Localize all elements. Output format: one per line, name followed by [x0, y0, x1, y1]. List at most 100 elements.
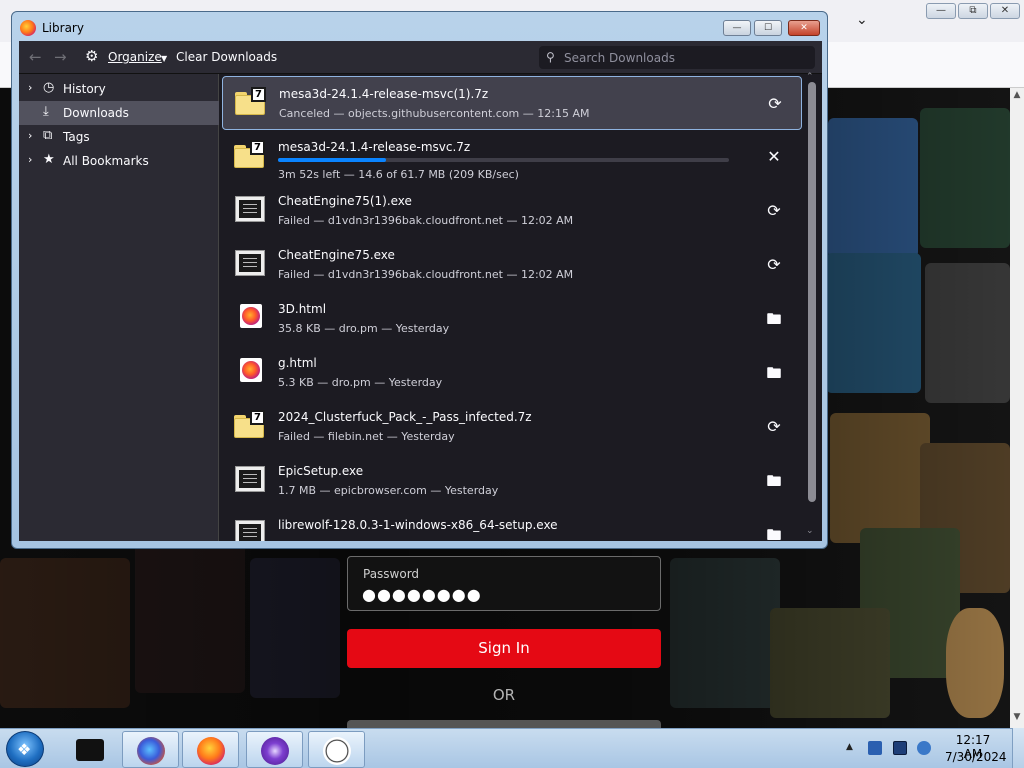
tor-browser-icon — [261, 737, 289, 765]
tab-list-chevron-icon[interactable]: ⌄ — [856, 12, 868, 28]
folder-icon[interactable]: 🖿 — [762, 469, 786, 493]
download-item[interactable]: 7 mesa3d-24.1.4-release-msvc.7z 3m 52s l… — [222, 130, 802, 184]
downloads-list: 7 mesa3d-24.1.4-release-msvc(1).7z Cance… — [219, 74, 802, 541]
tag-icon: ⧉ — [43, 128, 53, 143]
retry-icon[interactable]: ⟳ — [762, 199, 786, 223]
sidebar-item-history[interactable]: › ◷ History — [19, 77, 219, 101]
download-item[interactable]: g.html 5.3 KB — dro.pm — Yesterday 🖿 — [222, 346, 802, 400]
sign-in-button[interactable]: Sign In — [347, 629, 661, 668]
password-value: ●●●●●●●● — [362, 585, 482, 604]
download-item[interactable]: EpicSetup.exe 1.7 MB — epicbrowser.com —… — [222, 454, 802, 508]
library-body: ← → ⚙ Organize ▼ Clear Downloads ⚲ Searc… — [19, 41, 822, 541]
download-status: 1.7 MB — epicbrowser.com — Yesterday — [278, 484, 499, 497]
start-button[interactable]: ❖ — [6, 731, 44, 767]
library-maximize-button[interactable]: ☐ — [754, 20, 782, 36]
download-item[interactable]: CheatEngine75.exe Failed — d1vdn3r1396ba… — [222, 238, 802, 292]
sign-in-code-button[interactable] — [347, 720, 661, 728]
sidebar-item-downloads[interactable]: ⤓ Downloads — [19, 101, 219, 125]
html-file-icon — [240, 304, 262, 328]
network-icon[interactable] — [893, 741, 907, 755]
sidebar-item-label: Tags — [63, 130, 90, 144]
expand-chevron-icon[interactable]: › — [28, 81, 32, 94]
download-filename: mesa3d-24.1.4-release-msvc(1).7z — [279, 87, 489, 101]
download-status: Failed — d1vdn3r1396bak.cloudfront.net —… — [278, 214, 574, 227]
folder-icon[interactable]: 🖿 — [762, 523, 786, 541]
download-status: Canceled — objects.githubusercontent.com… — [279, 107, 590, 120]
archive-file-icon: 7 — [235, 87, 267, 117]
forward-arrow-icon[interactable]: → — [54, 48, 67, 66]
download-item[interactable]: CheatEngine75(1).exe Failed — d1vdn3r139… — [222, 184, 802, 238]
sidebar-item-all-bookmarks[interactable]: › ★ All Bookmarks — [19, 149, 219, 173]
library-title: Library — [42, 21, 84, 35]
downloads-scrollbar[interactable]: ⌃ ⌄ — [802, 72, 822, 541]
scroll-down-icon[interactable]: ▼ — [1010, 712, 1024, 726]
search-placeholder: Search Downloads — [564, 51, 675, 65]
expand-chevron-icon[interactable]: › — [28, 129, 32, 142]
volume-icon[interactable] — [917, 741, 931, 755]
scroll-down-icon[interactable]: ⌄ — [806, 526, 814, 536]
taskbar-app-browser[interactable] — [122, 731, 179, 768]
download-item[interactable]: librewolf-128.0.3-1-windows-x86_64-setup… — [222, 508, 802, 541]
folder-icon[interactable]: 🖿 — [762, 307, 786, 331]
organize-menu[interactable]: Organize — [108, 50, 162, 64]
download-item[interactable]: 3D.html 35.8 KB — dro.pm — Yesterday 🖿 — [222, 292, 802, 346]
tray-app-icon[interactable] — [868, 741, 882, 755]
windows-logo-icon: ❖ — [17, 740, 32, 759]
sidebar-item-label: Downloads — [63, 106, 129, 120]
gear-icon[interactable]: ⚙ — [85, 47, 98, 65]
download-filename: EpicSetup.exe — [278, 464, 364, 478]
retry-icon[interactable]: ⟳ — [763, 92, 787, 116]
scroll-up-icon[interactable]: ▲ — [1010, 90, 1024, 104]
download-filename: mesa3d-24.1.4-release-msvc.7z — [278, 140, 471, 154]
show-hidden-icons-icon[interactable]: ▲ — [846, 742, 853, 752]
archive-file-icon: 7 — [234, 410, 266, 440]
exe-file-icon — [235, 520, 265, 541]
chevron-down-icon: ▼ — [161, 54, 168, 63]
search-downloads-input[interactable]: ⚲ Search Downloads — [539, 46, 815, 69]
close-button[interactable]: ✕ — [990, 3, 1020, 19]
library-minimize-button[interactable]: — — [723, 20, 751, 36]
sidebar-item-tags[interactable]: › ⧉ Tags — [19, 125, 219, 149]
download-progress-bar — [278, 158, 729, 162]
panda-icon — [323, 737, 351, 765]
clock-icon: ◷ — [43, 80, 55, 95]
library-close-button[interactable]: ✕ — [788, 20, 820, 36]
sidebar-item-label: History — [63, 82, 106, 96]
folder-icon[interactable]: 🖿 — [762, 361, 786, 385]
retry-icon[interactable]: ⟳ — [762, 415, 786, 439]
restore-button[interactable]: ⧉ — [958, 3, 988, 19]
clear-downloads-button[interactable]: Clear Downloads — [176, 50, 277, 64]
firefox-icon — [197, 737, 225, 765]
download-filename: g.html — [278, 356, 317, 370]
taskbar-app-tor[interactable] — [246, 731, 303, 768]
exe-file-icon — [235, 250, 265, 276]
password-label: Password — [363, 567, 420, 581]
download-item[interactable]: 7 mesa3d-24.1.4-release-msvc(1).7z Cance… — [222, 76, 802, 130]
download-progress-fill — [278, 158, 387, 162]
password-field[interactable]: Password ●●●●●●●● — [347, 556, 661, 611]
taskbar-app-terminal[interactable] — [62, 731, 119, 768]
cancel-icon[interactable]: ✕ — [762, 145, 786, 169]
scrollbar-thumb[interactable] — [808, 82, 816, 502]
back-arrow-icon[interactable]: ← — [29, 48, 42, 66]
expand-chevron-icon[interactable]: › — [28, 153, 32, 166]
page-scrollbar[interactable] — [1010, 88, 1024, 728]
scroll-up-icon[interactable]: ⌃ — [806, 72, 814, 82]
minimize-button[interactable]: — — [926, 3, 956, 19]
download-item[interactable]: 7 2024_Clusterfuck_Pack_-_Pass_infected.… — [222, 400, 802, 454]
terminal-icon — [76, 739, 104, 761]
taskbar-app-panda[interactable] — [308, 731, 365, 768]
taskbar-app-firefox[interactable] — [182, 731, 239, 768]
or-divider: OR — [492, 686, 516, 704]
sidebar-item-label: All Bookmarks — [63, 154, 149, 168]
exe-file-icon — [235, 466, 265, 492]
retry-icon[interactable]: ⟳ — [762, 253, 786, 277]
download-filename: 3D.html — [278, 302, 327, 316]
library-window: Library — ☐ ✕ ← → ⚙ Organize ▼ Clear Dow… — [11, 11, 828, 549]
library-toolbar: ← → ⚙ Organize ▼ Clear Downloads ⚲ Searc… — [19, 41, 822, 74]
download-status: 35.8 KB — dro.pm — Yesterday — [278, 322, 450, 335]
clock-date[interactable]: 7/30/2024 — [945, 750, 1007, 764]
archive-file-icon: 7 — [234, 140, 266, 170]
show-desktop-button[interactable] — [1012, 728, 1024, 768]
download-status: 5.3 KB — dro.pm — Yesterday — [278, 376, 443, 389]
